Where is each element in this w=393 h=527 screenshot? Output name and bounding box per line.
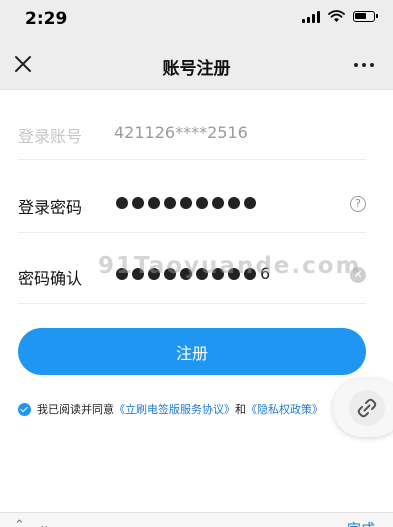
password-row: 登录密码 ? [18, 160, 366, 233]
terms-link[interactable]: 《立刷电签版服务协议》 [114, 401, 235, 417]
register-button[interactable]: 注册 [18, 328, 366, 375]
status-bar: 2:29 [0, 0, 393, 38]
account-row: 登录账号 421126****2516 [18, 92, 366, 160]
page-title: 账号注册 [162, 59, 231, 79]
agreement-and: 和 [235, 403, 246, 416]
account-field[interactable]: 421126****2516 [114, 123, 248, 142]
confirm-row: 密码确认 6 ✕ [18, 233, 366, 304]
floating-link-circle [349, 390, 385, 426]
privacy-link[interactable]: 《隐私权政策》 [246, 401, 323, 417]
battery-icon [353, 11, 378, 22]
floating-link-button[interactable] [333, 379, 393, 437]
register-form: 登录账号 421126****2516 登录密码 ? 密码确认 6 ✕ [18, 92, 366, 304]
field-nav-arrows-icon[interactable]: ⌃⌄ [14, 518, 64, 527]
signal-icon [302, 10, 320, 23]
link-icon [357, 398, 377, 418]
more-icon[interactable] [353, 54, 375, 76]
done-button[interactable]: 完成 [347, 519, 375, 527]
password-field[interactable] [116, 197, 256, 209]
confirm-password-field[interactable]: 6 [116, 264, 271, 283]
keyboard-toolbar: ⌃⌄ 完成 [0, 512, 393, 527]
help-icon[interactable]: ? [350, 196, 366, 212]
checkbox-checked-icon[interactable] [18, 402, 31, 416]
account-label: 登录账号 [18, 127, 83, 146]
nav-bar: 账号注册 [0, 38, 393, 90]
wifi-icon [328, 10, 345, 22]
status-icons [302, 10, 378, 23]
password-label: 登录密码 [18, 198, 83, 217]
confirm-last-char: 6 [260, 264, 271, 283]
status-time: 2:29 [25, 9, 68, 29]
confirm-label: 密码确认 [18, 269, 83, 288]
agreement: 我已阅读并同意 《立刷电签版服务协议》 和 《隐私权政策》 [18, 401, 323, 417]
clear-icon[interactable]: ✕ [350, 267, 366, 283]
agreement-prefix: 我已阅读并同意 [37, 403, 114, 416]
